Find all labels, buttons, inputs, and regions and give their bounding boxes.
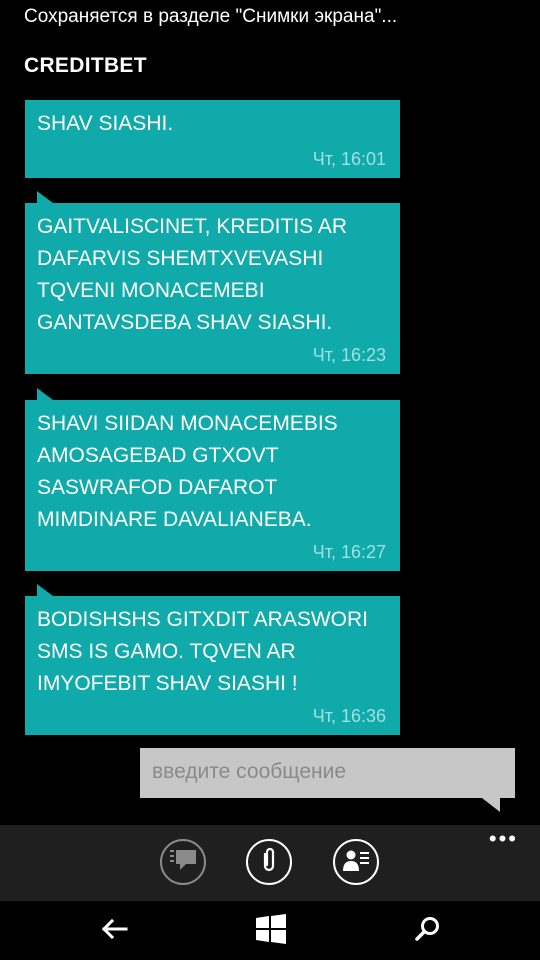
navigation-bar [0,901,540,960]
status-notification: Сохраняется в разделе "Снимки экрана"... [24,6,398,27]
message-time: Чт, 16:27 [312,542,386,562]
search-button[interactable] [410,913,446,949]
conversation-title: CREDITBET [24,54,147,77]
message-time: Чт, 16:01 [312,149,386,169]
message-bubble[interactable]: BODISHSHS GITXDIT ARASWORI SMS IS GAMO. … [25,596,400,735]
message-text: SHAVI SIIDAN MONACEMEBIS AMOSAGEBAD GTXO… [37,412,338,531]
attach-button[interactable] [246,839,292,885]
start-button[interactable] [253,913,289,949]
message-time: Чт, 16:36 [312,706,386,726]
chat-icon [168,847,198,878]
message-time: Чт, 16:23 [312,345,386,365]
message-text: GAITVALISCINET, KREDITIS AR DAFARVIS SHE… [37,215,348,334]
message-input-container[interactable] [140,748,515,798]
back-button[interactable] [96,913,132,949]
bubble-tail [37,584,53,596]
contact-card-icon [341,847,371,878]
bubble-tail [37,388,53,400]
message-text: BODISHSHS GITXDIT ARASWORI SMS IS GAMO. … [37,608,368,695]
chat-button[interactable] [160,839,206,885]
message-bubble[interactable]: GAITVALISCINET, KREDITIS AR DAFARVIS SHE… [25,203,400,374]
message-text: SHAV SIASHI. [37,112,174,135]
bubble-tail [37,191,53,203]
contact-button[interactable] [333,839,379,885]
more-options-button[interactable]: ••• [489,828,518,850]
app-bar: ••• [0,825,540,901]
search-icon [414,915,442,948]
message-input[interactable] [150,759,509,785]
message-bubble[interactable]: SHAV SIASHI. Чт, 16:01 [25,100,400,178]
windows-start-icon [254,913,288,950]
input-tail [482,798,500,812]
back-arrow-icon [100,918,128,945]
message-bubble[interactable]: SHAVI SIIDAN MONACEMEBIS AMOSAGEBAD GTXO… [25,400,400,571]
attach-icon [259,846,279,879]
